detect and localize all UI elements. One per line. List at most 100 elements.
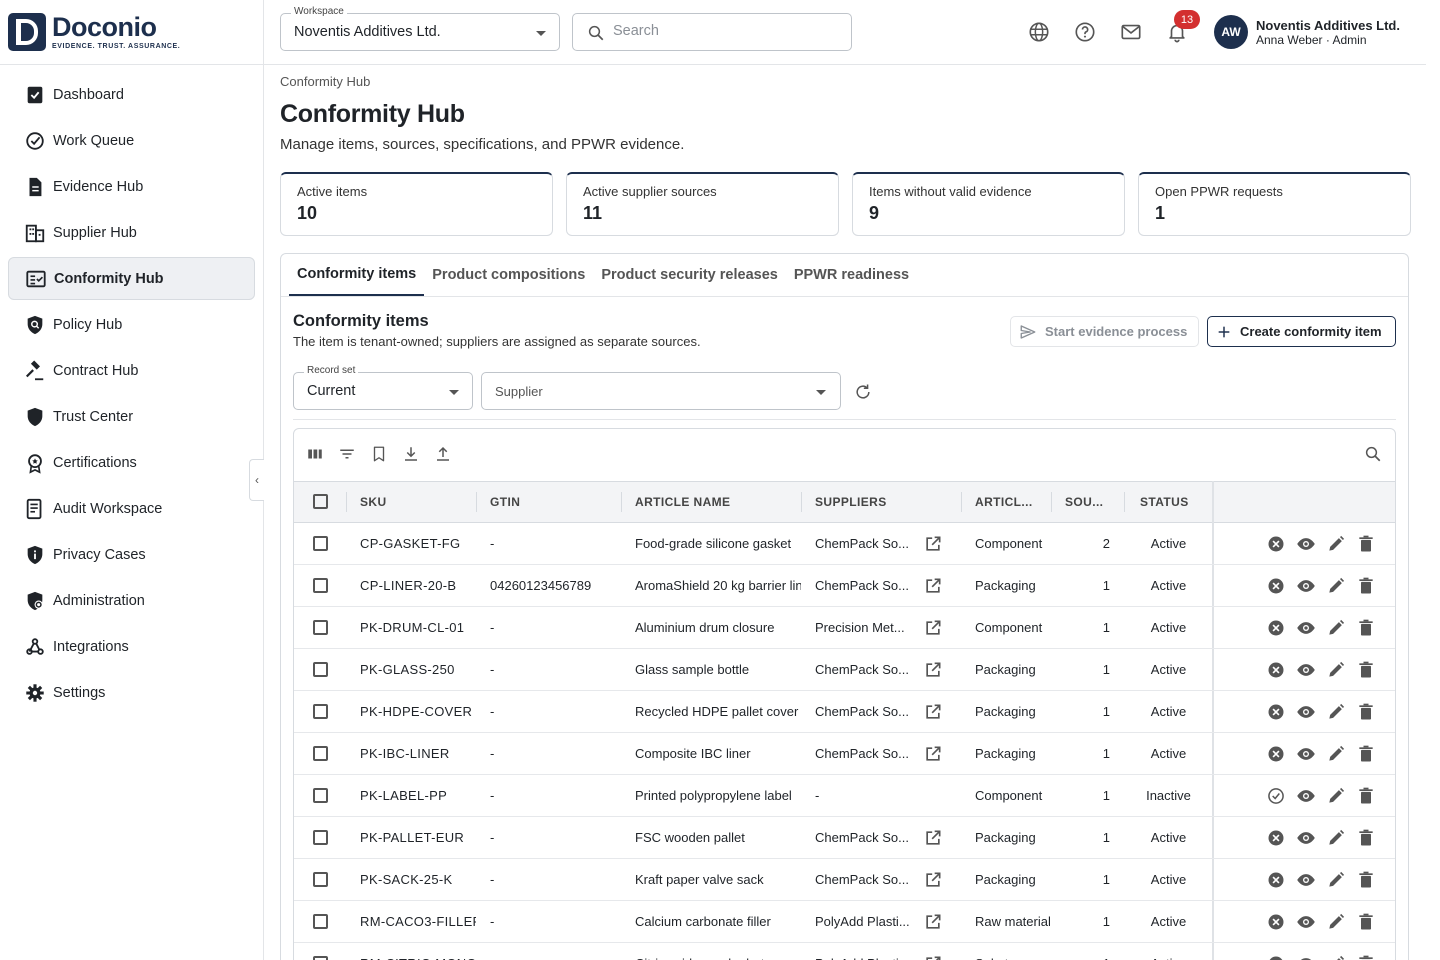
row-checkbox[interactable] bbox=[313, 746, 328, 761]
sidebar-item-audit-workspace[interactable]: Audit Workspace bbox=[8, 487, 255, 530]
user-menu[interactable]: Noventis Additives Ltd. Anna Weber · Adm… bbox=[1256, 18, 1400, 48]
edit-icon[interactable] bbox=[1326, 534, 1346, 554]
tab-ppwr-readiness[interactable]: PPWR readiness bbox=[786, 254, 917, 296]
eye-icon[interactable] bbox=[1296, 954, 1316, 960]
eye-icon[interactable] bbox=[1296, 618, 1316, 638]
search-icon[interactable] bbox=[1364, 445, 1382, 463]
eye-icon[interactable] bbox=[1296, 576, 1316, 596]
open-external-icon[interactable] bbox=[923, 618, 943, 638]
table-row[interactable]: RM-CITRIC-MONO-Citric acid monohydrate Po… bbox=[294, 943, 1395, 960]
cell-supplier[interactable]: Precision Met... bbox=[815, 607, 915, 648]
table-row[interactable]: CP-GASKET-FG - Food-grade silicone gasket C… bbox=[294, 523, 1395, 565]
avatar[interactable]: AW bbox=[1214, 15, 1248, 49]
columns-icon[interactable] bbox=[306, 445, 324, 463]
delete-icon[interactable] bbox=[1356, 828, 1376, 848]
row-checkbox[interactable] bbox=[313, 914, 328, 929]
sidebar-item-certifications[interactable]: Certifications bbox=[8, 441, 255, 484]
deactivate-icon[interactable] bbox=[1266, 828, 1286, 848]
row-checkbox[interactable] bbox=[313, 788, 328, 803]
table-row[interactable]: RM-CACO3-FILLER - Calcium carbonate filler… bbox=[294, 901, 1395, 943]
workspace-select[interactable]: Workspace Noventis Additives Ltd. bbox=[280, 6, 560, 51]
eye-icon[interactable] bbox=[1296, 744, 1316, 764]
row-checkbox[interactable] bbox=[313, 872, 328, 887]
create-conformity-item-button[interactable]: Create conformity item bbox=[1207, 316, 1396, 347]
edit-icon[interactable] bbox=[1326, 702, 1346, 722]
cell-supplier[interactable]: ChemPack So... bbox=[815, 733, 915, 774]
eye-icon[interactable] bbox=[1296, 660, 1316, 680]
eye-icon[interactable] bbox=[1296, 702, 1316, 722]
sidebar-item-privacy-cases[interactable]: Privacy Cases bbox=[8, 533, 255, 576]
table-row[interactable]: PK-PALLET-EUR - FSC wooden pallet ChemPack … bbox=[294, 817, 1395, 859]
upload-icon[interactable] bbox=[434, 445, 452, 463]
edit-icon[interactable] bbox=[1326, 744, 1346, 764]
cell-supplier[interactable]: ChemPack So... bbox=[815, 859, 915, 900]
sidebar-item-evidence-hub[interactable]: Evidence Hub bbox=[8, 165, 255, 208]
logo[interactable]: Doconio EVIDENCE. TRUST. ASSURANCE. bbox=[0, 0, 263, 65]
row-checkbox[interactable] bbox=[313, 830, 328, 845]
filter-icon[interactable] bbox=[338, 445, 356, 463]
open-external-icon[interactable] bbox=[923, 870, 943, 890]
open-external-icon[interactable] bbox=[923, 660, 943, 680]
deactivate-icon[interactable] bbox=[1266, 744, 1286, 764]
column-header-article-type[interactable]: ARTICL... bbox=[975, 482, 1033, 522]
delete-icon[interactable] bbox=[1356, 576, 1376, 596]
open-external-icon[interactable] bbox=[923, 912, 943, 932]
cell-supplier[interactable]: ChemPack So... bbox=[815, 817, 915, 858]
cell-supplier[interactable]: PolyAdd Plasti... bbox=[815, 901, 915, 942]
delete-icon[interactable] bbox=[1356, 534, 1376, 554]
deactivate-icon[interactable] bbox=[1266, 870, 1286, 890]
edit-icon[interactable] bbox=[1326, 660, 1346, 680]
row-checkbox[interactable] bbox=[313, 704, 328, 719]
delete-icon[interactable] bbox=[1356, 618, 1376, 638]
tab-conformity-items[interactable]: Conformity items bbox=[289, 254, 425, 296]
search-input[interactable] bbox=[613, 23, 833, 39]
sidebar-item-integrations[interactable]: Integrations bbox=[8, 625, 255, 668]
row-checkbox[interactable] bbox=[313, 956, 328, 960]
deactivate-icon[interactable] bbox=[1266, 954, 1286, 960]
edit-icon[interactable] bbox=[1326, 576, 1346, 596]
refresh-icon[interactable] bbox=[853, 382, 873, 402]
column-header-gtin[interactable]: GTIN bbox=[490, 482, 520, 522]
column-header-sources[interactable]: SOU... bbox=[1065, 482, 1103, 522]
deactivate-icon[interactable] bbox=[1266, 912, 1286, 932]
eye-icon[interactable] bbox=[1296, 828, 1316, 848]
sidebar-item-contract-hub[interactable]: Contract Hub bbox=[8, 349, 255, 392]
open-external-icon[interactable] bbox=[923, 828, 943, 848]
edit-icon[interactable] bbox=[1326, 870, 1346, 890]
deactivate-icon[interactable] bbox=[1266, 660, 1286, 680]
download-icon[interactable] bbox=[402, 445, 420, 463]
eye-icon[interactable] bbox=[1296, 870, 1316, 890]
table-row[interactable]: PK-IBC-LINER - Composite IBC liner ChemPack… bbox=[294, 733, 1395, 775]
cell-supplier[interactable]: - bbox=[815, 775, 915, 816]
supplier-select[interactable]: Supplier bbox=[481, 372, 841, 410]
deactivate-icon[interactable] bbox=[1266, 618, 1286, 638]
table-row[interactable]: PK-LABEL-PP - Printed polypropylene label -… bbox=[294, 775, 1395, 817]
table-row[interactable]: PK-HDPE-COVER - Recycled HDPE pallet cover… bbox=[294, 691, 1395, 733]
table-row[interactable]: PK-DRUM-CL-01 - Aluminium drum closure Prec… bbox=[294, 607, 1395, 649]
breadcrumb[interactable]: Conformity Hub bbox=[280, 74, 370, 89]
delete-icon[interactable] bbox=[1356, 786, 1376, 806]
sidebar-item-conformity-hub[interactable]: Conformity Hub bbox=[8, 257, 255, 300]
eye-icon[interactable] bbox=[1296, 912, 1316, 932]
open-external-icon[interactable] bbox=[923, 576, 943, 596]
delete-icon[interactable] bbox=[1356, 744, 1376, 764]
edit-icon[interactable] bbox=[1326, 618, 1346, 638]
tab-product-compositions[interactable]: Product compositions bbox=[424, 254, 593, 296]
open-external-icon[interactable] bbox=[923, 702, 943, 722]
search-box[interactable] bbox=[572, 13, 852, 51]
sidebar-item-supplier-hub[interactable]: Supplier Hub bbox=[8, 211, 255, 254]
cell-supplier[interactable]: PolyAdd Plasti... bbox=[815, 943, 915, 960]
tab-product-security-releases[interactable]: Product security releases bbox=[593, 254, 786, 296]
column-header-status[interactable]: STATUS bbox=[1140, 482, 1189, 522]
edit-icon[interactable] bbox=[1326, 786, 1346, 806]
delete-icon[interactable] bbox=[1356, 912, 1376, 932]
edit-icon[interactable] bbox=[1326, 828, 1346, 848]
table-row[interactable]: PK-SACK-25-K - Kraft paper valve sack ChemP… bbox=[294, 859, 1395, 901]
edit-icon[interactable] bbox=[1326, 954, 1346, 960]
select-all-checkbox[interactable] bbox=[313, 494, 328, 509]
row-checkbox[interactable] bbox=[313, 536, 328, 551]
column-header-article-name[interactable]: ARTICLE NAME bbox=[635, 482, 730, 522]
cell-supplier[interactable]: ChemPack So... bbox=[815, 691, 915, 732]
row-checkbox[interactable] bbox=[313, 620, 328, 635]
start-evidence-process-button[interactable]: Start evidence process bbox=[1010, 316, 1199, 347]
